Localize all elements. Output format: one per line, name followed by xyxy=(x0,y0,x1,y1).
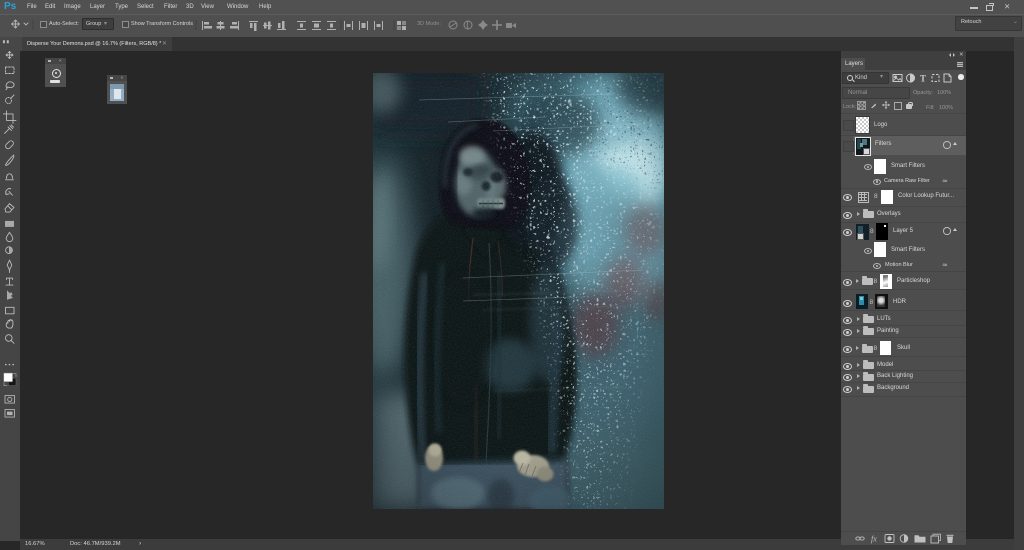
svg-text:fx: fx xyxy=(871,535,877,544)
svg-text:T: T xyxy=(920,74,926,84)
